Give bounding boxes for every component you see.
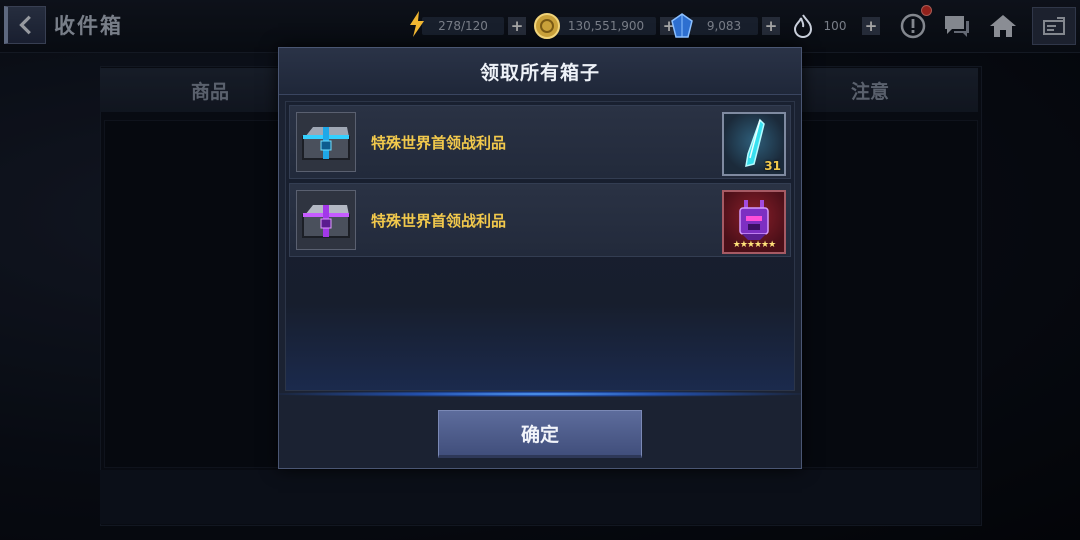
blue-chest-icon bbox=[296, 112, 356, 172]
star-rating: ★★★★★★ bbox=[732, 240, 776, 250]
purple-chest-icon bbox=[296, 190, 356, 250]
lightning-icon bbox=[410, 11, 424, 37]
blue-crystal-icon bbox=[671, 13, 693, 38]
item-label: 特殊世界首领战利品 bbox=[371, 212, 507, 230]
claim-all-dialog: 领取所有箱子 特殊世界首领战利品 31 特殊世界首领战利品 ★★★★★★ 确定 bbox=[278, 47, 802, 469]
flame-icon bbox=[793, 14, 813, 38]
reward-slot[interactable]: 31 bbox=[722, 112, 786, 176]
confirm-button[interactable]: 确定 bbox=[438, 410, 642, 458]
reward-slot[interactable]: ★★★★★★ bbox=[722, 190, 786, 254]
list-item[interactable]: 特殊世界首领战利品 31 bbox=[289, 105, 791, 179]
reward-list: 特殊世界首领战利品 31 特殊世界首领战利品 ★★★★★★ bbox=[285, 101, 795, 391]
gold-coin-icon bbox=[534, 13, 560, 39]
divider-glow bbox=[279, 391, 801, 397]
reward-quantity: 31 bbox=[764, 159, 781, 173]
dialog-title: 领取所有箱子 bbox=[279, 48, 801, 95]
item-label: 特殊世界首领战利品 bbox=[371, 134, 507, 152]
list-item[interactable]: 特殊世界首领战利品 ★★★★★★ bbox=[289, 183, 791, 257]
